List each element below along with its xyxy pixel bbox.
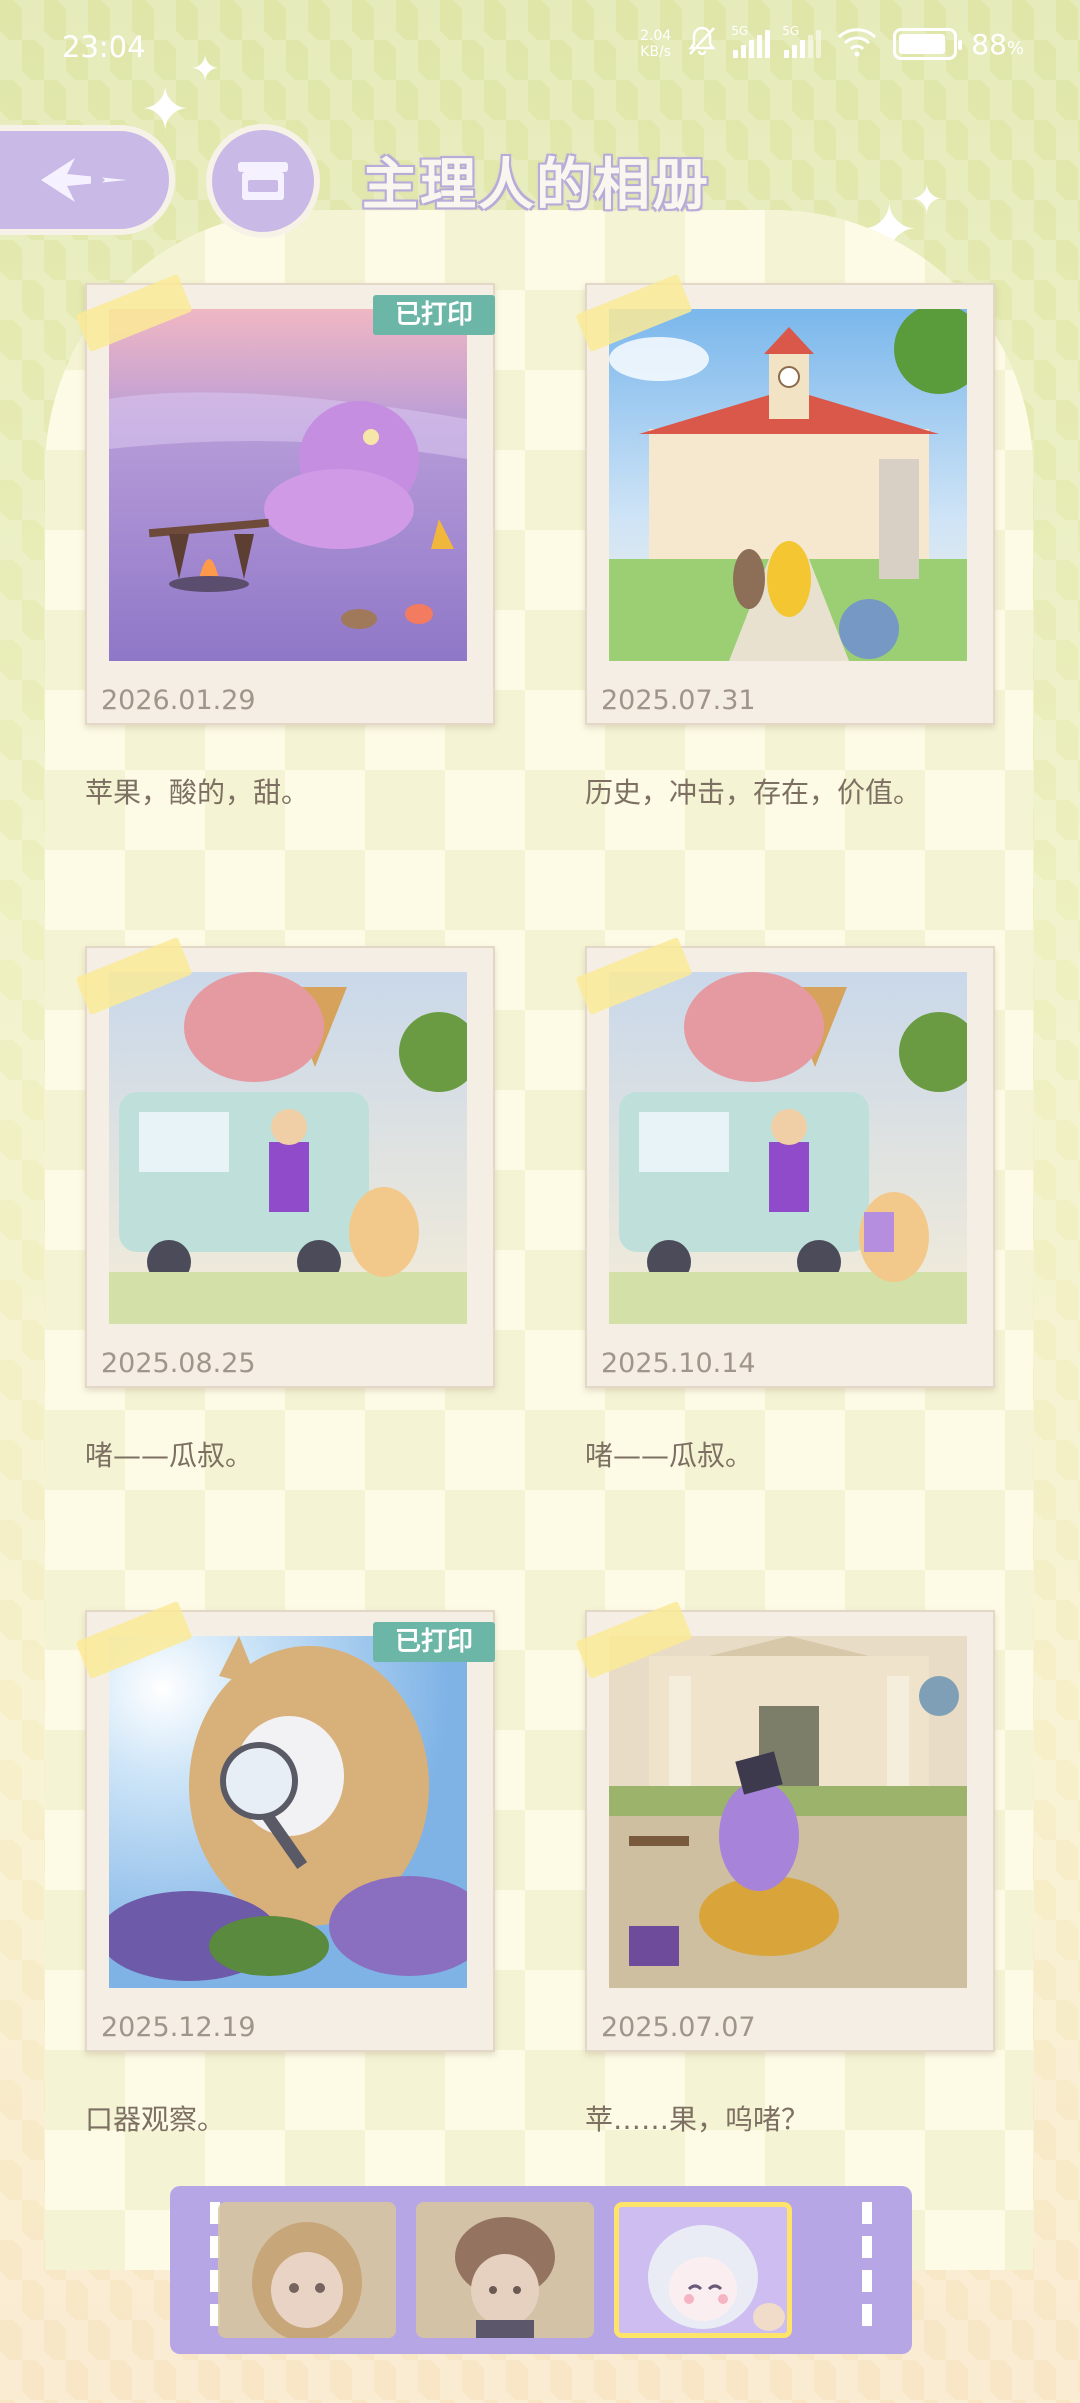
photo-date: 2025.12.19 <box>101 2012 256 2043</box>
photo-caption: 啫——瓜叔。 <box>585 1439 754 1472</box>
character-tab-3[interactable] <box>614 2202 792 2338</box>
signal-icon-2: 5G <box>782 24 822 58</box>
character-avatar-silver <box>619 2207 787 2333</box>
photo-date: 2025.10.14 <box>601 1348 756 1379</box>
photo-image-campfire <box>109 309 467 661</box>
network-speed: 2.04 KB/s <box>640 28 672 60</box>
room-button[interactable] <box>206 124 320 238</box>
photo-card[interactable]: 2025.07.07 苹……果，呜啫？ <box>575 1600 995 2150</box>
photo-image-icecream-truck <box>109 972 467 1324</box>
character-avatar-brown <box>416 2202 594 2338</box>
back-arrow-icon <box>40 158 127 202</box>
photo-frame: 2025.08.25 <box>75 936 495 1388</box>
photo-frame: 2025.07.07 <box>575 1600 995 2052</box>
mute-bell-icon <box>685 24 719 64</box>
status-time: 23:04 <box>62 30 146 64</box>
photo-card[interactable]: 2025.08.25 啫——瓜叔。 <box>75 936 495 1486</box>
photo-card[interactable]: 2025.10.14 啫——瓜叔。 <box>575 936 995 1486</box>
photo-date: 2025.07.07 <box>601 2012 756 2043</box>
photo-frame: 已打印 2026.01.29 <box>75 273 495 725</box>
status-icons: 2.04 KB/s 5G 5G 88% <box>640 24 1024 64</box>
photo-date: 2025.08.25 <box>101 1348 256 1379</box>
photo-image-library <box>609 1636 967 1988</box>
photo-caption: 历史，冲击，存在，价值。 <box>585 776 922 809</box>
photo-card[interactable]: 2025.07.31 历史，冲击，存在，价值。 <box>575 273 995 823</box>
character-tab-1[interactable] <box>218 2202 396 2338</box>
character-avatar-blonde <box>218 2202 396 2338</box>
photo-frame: 2025.10.14 <box>575 936 995 1388</box>
photo-caption: 啫——瓜叔。 <box>85 1439 254 1472</box>
signal-icon: 5G <box>731 24 771 58</box>
back-button[interactable] <box>0 125 175 235</box>
bed-icon <box>238 162 288 200</box>
photo-frame: 已打印 2025.12.19 <box>75 1600 495 2052</box>
page-title: 主理人的相册 <box>362 153 710 218</box>
photo-image-magnifier <box>109 1636 467 1988</box>
photo-date: 2025.07.31 <box>601 685 756 716</box>
battery-text: 88% <box>971 27 1024 61</box>
photo-caption: 苹果，酸的，甜。 <box>85 776 310 809</box>
character-tab-bar <box>170 2186 912 2354</box>
photo-date: 2026.01.29 <box>101 685 256 716</box>
sparkle-decoration: ✦ <box>140 75 191 145</box>
photo-frame: 2025.07.31 <box>575 273 995 725</box>
printed-badge: 已打印 <box>372 1622 495 1662</box>
photo-caption: 口器观察。 <box>85 2103 226 2136</box>
photo-caption: 苹……果，呜啫？ <box>585 2103 810 2136</box>
battery-icon <box>893 28 963 60</box>
photo-image-building <box>609 309 967 661</box>
character-tab-2[interactable] <box>416 2202 594 2338</box>
wifi-icon <box>835 25 879 63</box>
film-rail-decoration <box>862 2202 872 2338</box>
photo-image-icecream-truck <box>609 972 967 1324</box>
photo-card[interactable]: 已打印 2026.01.29 苹果，酸的，甜。 <box>75 273 495 823</box>
printed-badge: 已打印 <box>372 295 495 335</box>
photo-card[interactable]: 已打印 2025.12.19 口器观察。 <box>75 1600 495 2150</box>
sparkle-decoration: ✦ <box>190 49 221 90</box>
